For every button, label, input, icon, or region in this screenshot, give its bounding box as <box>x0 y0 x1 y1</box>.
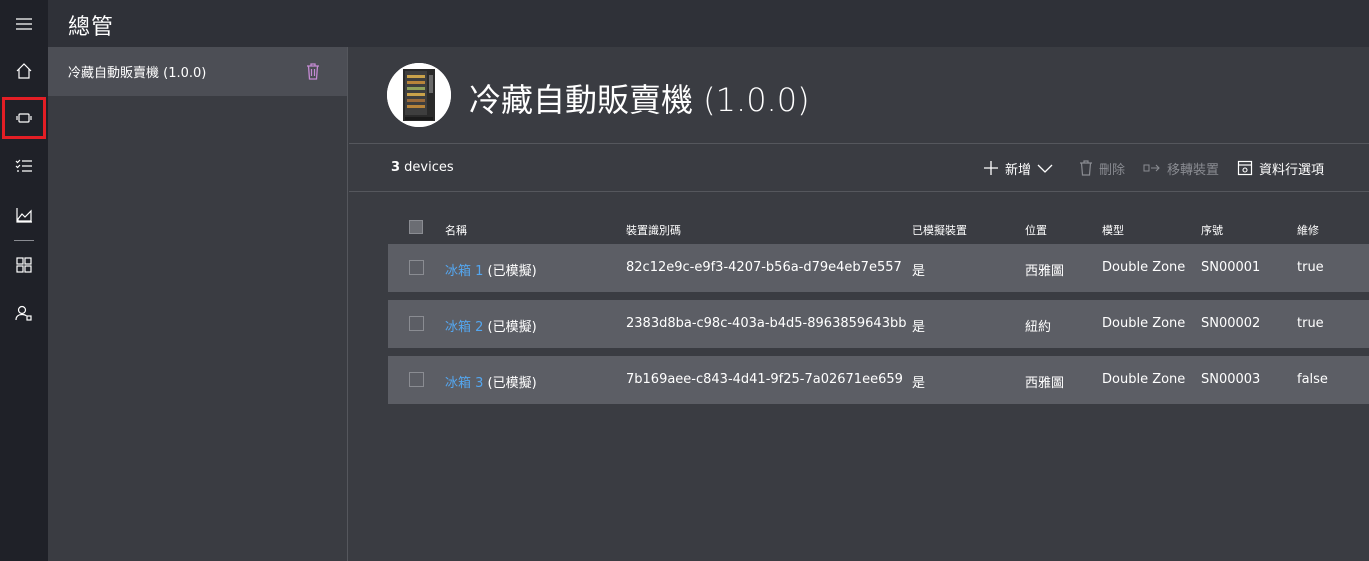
device-name-link[interactable]: 冰箱 2 <box>445 320 483 335</box>
device-count-suffix: devices <box>400 160 454 175</box>
device-name-cell: 冰箱 3 (已模擬) <box>445 372 537 391</box>
template-avatar <box>387 63 451 127</box>
template-title: 冷藏自動販賣機 (1.0.0) <box>469 81 810 119</box>
trash-icon <box>1080 160 1092 176</box>
hamburger-icon <box>16 18 32 30</box>
simulated-cell: 是 <box>912 376 926 391</box>
rules-icon <box>15 159 32 172</box>
column-options-label: 資料行選項 <box>1259 162 1325 178</box>
table-row[interactable]: 冰箱 1 (已模擬) 82c12e9c-e9f3-4207-b56a-d79e4… <box>388 244 1369 292</box>
column-options-icon <box>1237 160 1253 176</box>
hamburger-menu-button[interactable] <box>0 0 48 48</box>
location-cell: 紐約 <box>1025 320 1052 335</box>
main-content: 冷藏自動販賣機 (1.0.0) 3 devices 新增 刪除 移轉裝置 資料行… <box>349 47 1369 561</box>
column-header-location[interactable]: 位置 <box>1025 222 1047 238</box>
nav-admin-button[interactable] <box>0 289 48 337</box>
device-templates-pane: 冷藏自動販賣機 (1.0.0) <box>48 47 348 561</box>
device-id-cell: 7b169aee-c843-4d41-9f25-7a02671ee659 <box>626 372 903 387</box>
device-id-cell: 82c12e9c-e9f3-4207-b56a-d79e4eb7e557 <box>626 260 902 275</box>
device-name-cell: 冰箱 2 (已模擬) <box>445 316 537 335</box>
serial-cell: SN00003 <box>1201 372 1261 387</box>
row-checkbox[interactable] <box>409 260 424 275</box>
migrate-button[interactable]: 移轉裝置 <box>1143 158 1219 178</box>
column-header-model[interactable]: 模型 <box>1102 222 1124 238</box>
nav-dashboard-button[interactable] <box>0 241 48 289</box>
row-checkbox[interactable] <box>409 372 424 387</box>
migrate-button-label: 移轉裝置 <box>1167 162 1220 178</box>
grid-header: 名稱 裝置識別碼 已模擬裝置 位置 模型 序號 維修 <box>388 215 1369 243</box>
nav-home-button[interactable] <box>0 47 48 95</box>
location-cell: 西雅圖 <box>1025 376 1065 391</box>
app-title: 總管 <box>68 15 115 40</box>
simulated-cell: 是 <box>912 320 926 335</box>
analytics-icon <box>16 208 32 223</box>
table-row[interactable]: 冰箱 3 (已模擬) 7b169aee-c843-4d41-9f25-7a026… <box>388 356 1369 404</box>
device-id-cell: 2383d8ba-c98c-403a-b4d5-8963859643bb <box>626 316 907 331</box>
maintenance-cell: false <box>1297 372 1328 387</box>
column-header-name[interactable]: 名稱 <box>445 222 467 238</box>
serial-cell: SN00001 <box>1201 260 1261 275</box>
location-cell: 西雅圖 <box>1025 264 1065 279</box>
template-label: 冷藏自動販賣機 (1.0.0) <box>68 66 207 81</box>
maintenance-cell: true <box>1297 316 1324 331</box>
column-header-serial[interactable]: 序號 <box>1201 222 1223 238</box>
user-admin-icon <box>15 305 32 321</box>
command-bar: 3 devices 新增 刪除 移轉裝置 資料行選項 <box>349 144 1369 192</box>
delete-button-label: 刪除 <box>1099 162 1126 178</box>
plus-icon <box>984 161 998 175</box>
select-all-checkbox[interactable] <box>409 220 423 234</box>
device-count: 3 devices <box>391 160 454 175</box>
row-checkbox[interactable] <box>409 316 424 331</box>
migrate-icon <box>1143 164 1160 172</box>
device-icon <box>16 113 32 123</box>
model-cell: Double Zone <box>1102 316 1186 331</box>
new-button-label: 新增 <box>1005 162 1032 178</box>
device-count-number: 3 <box>391 160 401 175</box>
device-name-link[interactable]: 冰箱 1 <box>445 264 483 279</box>
trash-icon[interactable] <box>305 62 321 80</box>
device-name-link[interactable]: 冰箱 3 <box>445 376 483 391</box>
model-cell: Double Zone <box>1102 372 1186 387</box>
home-icon <box>16 63 32 79</box>
device-name-suffix: (已模擬) <box>483 264 537 279</box>
model-cell: Double Zone <box>1102 260 1186 275</box>
device-name-cell: 冰箱 1 (已模擬) <box>445 260 537 279</box>
table-row[interactable]: 冰箱 2 (已模擬) 2383d8ba-c98c-403a-b4d5-89638… <box>388 300 1369 348</box>
new-button[interactable]: 新增 <box>983 158 1053 178</box>
serial-cell: SN00002 <box>1201 316 1261 331</box>
template-list-item[interactable]: 冷藏自動販賣機 (1.0.0) <box>48 47 347 96</box>
column-options-button[interactable]: 資料行選項 <box>1237 158 1324 178</box>
simulated-cell: 是 <box>912 264 926 279</box>
dashboard-icon <box>16 257 32 273</box>
column-header-device-id[interactable]: 裝置識別碼 <box>626 222 681 238</box>
nav-devices-button[interactable] <box>2 97 46 139</box>
vending-machine-image <box>387 63 451 127</box>
nav-analytics-button[interactable] <box>0 191 48 239</box>
column-header-maintenance[interactable]: 維修 <box>1297 222 1319 238</box>
chevron-down-icon <box>1037 164 1053 173</box>
app-header: 總管 <box>48 0 1369 47</box>
left-nav-rail <box>0 0 48 561</box>
maintenance-cell: true <box>1297 260 1324 275</box>
template-header: 冷藏自動販賣機 (1.0.0) <box>349 47 1369 144</box>
column-header-simulated[interactable]: 已模擬裝置 <box>912 222 967 238</box>
device-name-suffix: (已模擬) <box>483 320 537 335</box>
nav-rules-button[interactable] <box>0 142 48 190</box>
delete-button[interactable]: 刪除 <box>1079 158 1125 178</box>
device-name-suffix: (已模擬) <box>483 376 537 391</box>
